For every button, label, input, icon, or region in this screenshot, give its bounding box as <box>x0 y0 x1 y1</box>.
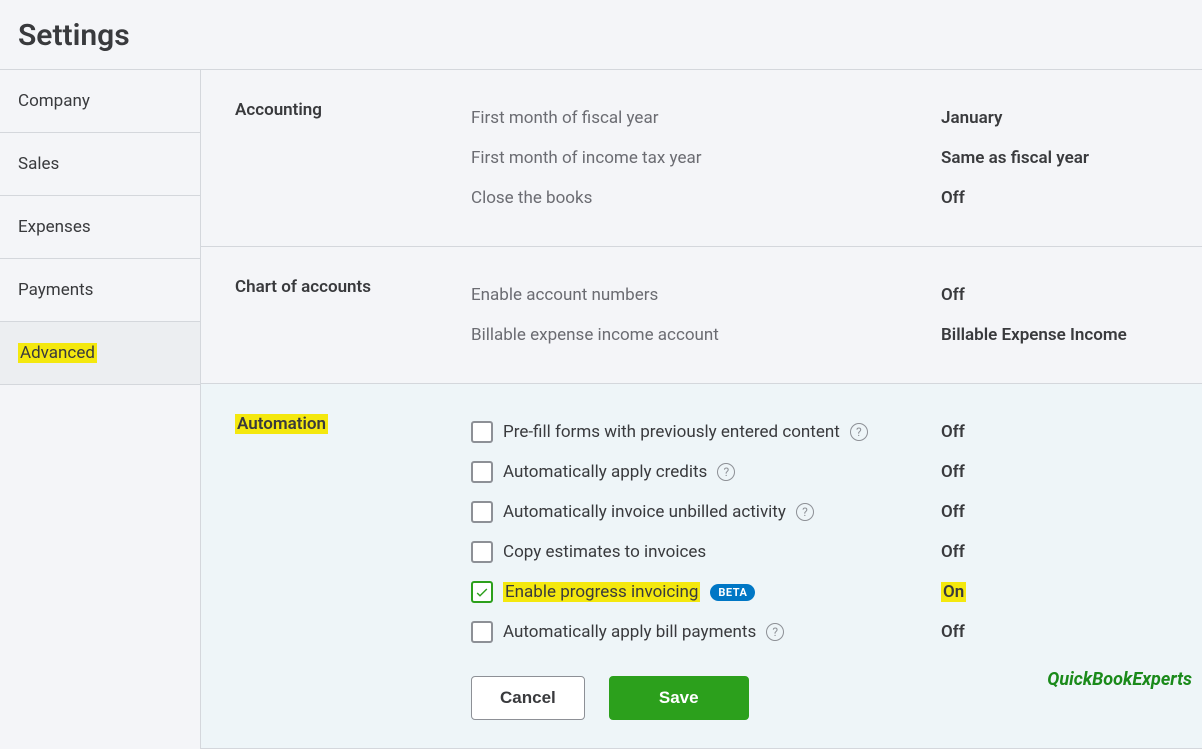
section-title: Automation <box>235 412 471 720</box>
option-value: On <box>941 582 966 602</box>
option-label: Pre-fill forms with previously entered c… <box>503 422 840 442</box>
setting-label: Billable expense income account <box>471 325 941 345</box>
cancel-button[interactable]: Cancel <box>471 676 585 720</box>
help-icon[interactable]: ? <box>850 423 868 441</box>
setting-label: Enable account numbers <box>471 285 941 305</box>
setting-value: January <box>941 108 1002 128</box>
sidebar-item-sales[interactable]: Sales <box>0 133 200 196</box>
option-value: Off <box>941 502 965 522</box>
section-title: Accounting <box>235 98 471 218</box>
help-icon[interactable]: ? <box>766 623 784 641</box>
option-label: Automatically apply bill payments <box>503 622 756 642</box>
setting-row: Enable account numbers Off <box>471 275 1182 315</box>
sidebar-item-label: Payments <box>18 280 93 300</box>
checkbox-auto-apply-credits[interactable] <box>471 461 493 483</box>
automation-option-row: Enable progress invoicing BETA On <box>471 572 1182 612</box>
section-title-text: Automation <box>235 414 328 434</box>
option-label: Copy estimates to invoices <box>503 542 706 562</box>
setting-row: Billable expense income account Billable… <box>471 315 1182 355</box>
save-button[interactable]: Save <box>609 676 749 720</box>
sidebar-item-payments[interactable]: Payments <box>0 259 200 322</box>
checkbox-prefill-forms[interactable] <box>471 421 493 443</box>
help-icon[interactable]: ? <box>796 503 814 521</box>
settings-sidebar: Company Sales Expenses Payments Advanced <box>0 70 201 749</box>
automation-option-row: Copy estimates to invoices Off <box>471 532 1182 572</box>
setting-label: First month of income tax year <box>471 148 941 168</box>
sidebar-item-label: Expenses <box>18 217 91 237</box>
settings-content: Accounting First month of fiscal year Ja… <box>201 70 1202 749</box>
page-title: Settings <box>0 0 1202 69</box>
option-label: Automatically invoice unbilled activity <box>503 502 786 522</box>
sidebar-item-company[interactable]: Company <box>0 70 200 133</box>
sidebar-item-advanced[interactable]: Advanced <box>0 322 200 385</box>
setting-row: Close the books Off <box>471 178 1182 218</box>
option-value: Off <box>941 542 965 562</box>
section-accounting: Accounting First month of fiscal year Ja… <box>201 70 1202 247</box>
sidebar-item-label: Sales <box>18 154 59 174</box>
setting-row: First month of income tax year Same as f… <box>471 138 1182 178</box>
setting-value: Same as fiscal year <box>941 148 1089 168</box>
automation-option-row: Automatically apply credits ? Off <box>471 452 1182 492</box>
setting-row: First month of fiscal year January <box>471 98 1182 138</box>
option-value: Off <box>941 622 965 642</box>
option-value: Off <box>941 462 965 482</box>
automation-option-row: Pre-fill forms with previously entered c… <box>471 412 1182 452</box>
sidebar-item-label: Advanced <box>18 343 97 363</box>
section-chart-of-accounts: Chart of accounts Enable account numbers… <box>201 247 1202 384</box>
checkbox-auto-invoice-unbilled[interactable] <box>471 501 493 523</box>
option-value: Off <box>941 422 965 442</box>
beta-badge: BETA <box>710 584 755 601</box>
setting-label: Close the books <box>471 188 941 208</box>
setting-value: Off <box>941 188 965 208</box>
sidebar-item-label: Company <box>18 91 90 111</box>
option-label: Enable progress invoicing <box>503 582 700 602</box>
option-label: Automatically apply credits <box>503 462 707 482</box>
setting-value: Off <box>941 285 965 305</box>
checkbox-copy-estimates[interactable] <box>471 541 493 563</box>
section-title: Chart of accounts <box>235 275 471 355</box>
automation-option-row: Automatically invoice unbilled activity … <box>471 492 1182 532</box>
checkbox-auto-apply-bill-payments[interactable] <box>471 621 493 643</box>
setting-value: Billable Expense Income <box>941 325 1127 345</box>
checkbox-enable-progress-invoicing[interactable] <box>471 581 493 603</box>
watermark: QuickBookExperts <box>1047 669 1192 690</box>
help-icon[interactable]: ? <box>717 463 735 481</box>
section-automation: Automation Pre-fill forms with previousl… <box>201 384 1202 749</box>
sidebar-item-expenses[interactable]: Expenses <box>0 196 200 259</box>
setting-label: First month of fiscal year <box>471 108 941 128</box>
automation-option-row: Automatically apply bill payments ? Off <box>471 612 1182 652</box>
